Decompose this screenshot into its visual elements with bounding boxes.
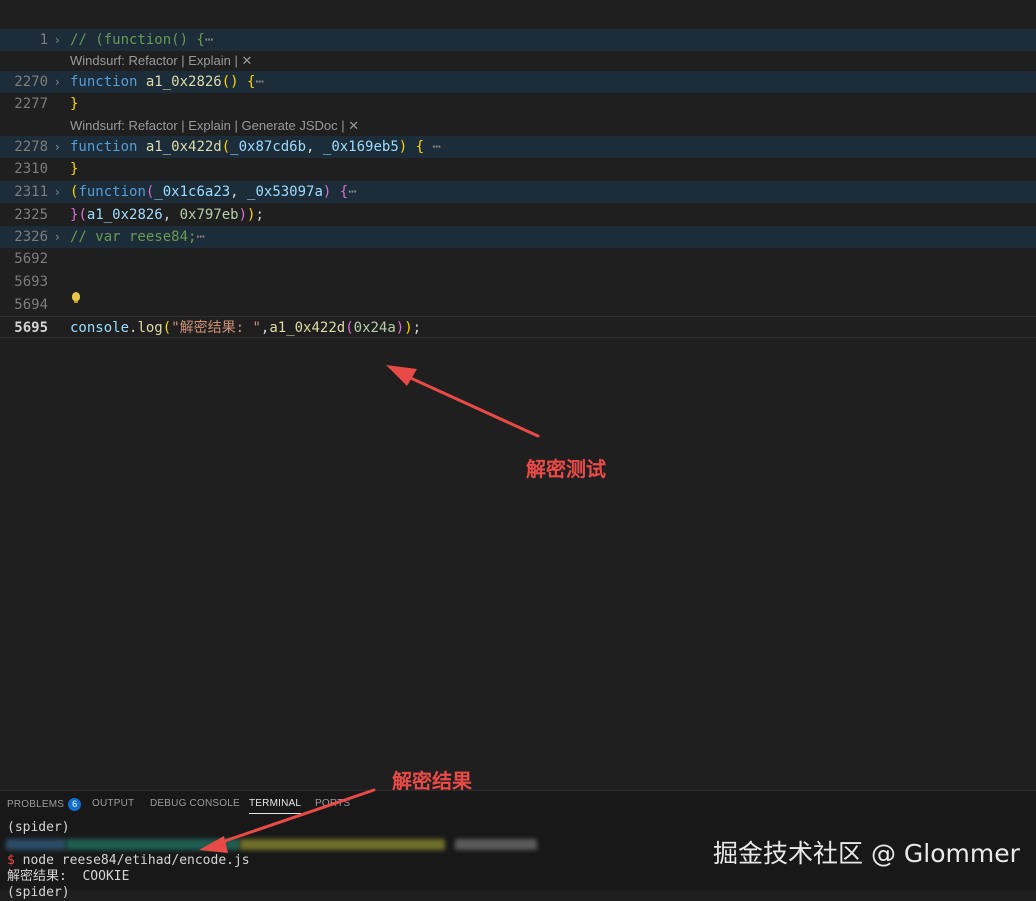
code-editor[interactable]: 1 › // (function() {⋯ Windsurf: Refactor… (0, 0, 1036, 793)
annotation-arrow-editor (386, 365, 540, 438)
terminal-next-line: (spider) (7, 885, 70, 900)
redacted-path (455, 839, 537, 850)
watermark: 掘金技术社区 @ Glommer (713, 839, 1020, 868)
annotation-decrypt-test: 解密测试 (526, 457, 606, 481)
terminal-output-line: 解密结果: COOKIE (7, 869, 130, 884)
annotation-arrow-terminal (199, 788, 376, 853)
